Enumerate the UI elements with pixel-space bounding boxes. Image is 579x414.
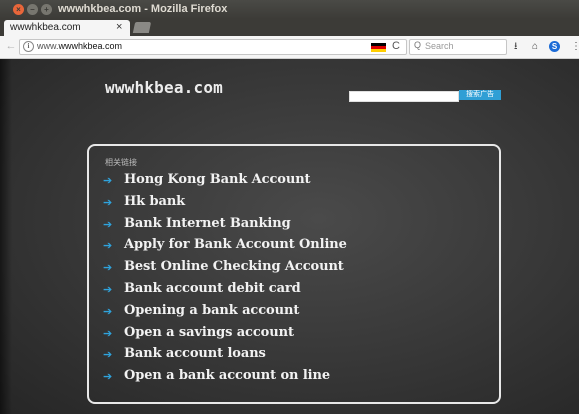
window-title: wwwhkbea.com - Mozilla Firefox: [58, 3, 228, 15]
home-icon[interactable]: ⌂: [532, 40, 538, 54]
page-search-input[interactable]: [349, 91, 459, 102]
related-link-label[interactable]: Best Online Checking Account: [124, 259, 344, 274]
arrow-right-icon: ➔: [103, 175, 113, 187]
new-tab-button[interactable]: [132, 22, 152, 33]
title-bar: × – + wwwhkbea.com - Mozilla Firefox: [0, 0, 579, 19]
minimize-window-button[interactable]: –: [27, 4, 38, 15]
menu-icon[interactable]: ⋮: [571, 40, 579, 54]
arrow-right-icon: ➔: [103, 371, 113, 384]
related-links-heading: 相关链接: [105, 158, 137, 167]
related-link-label[interactable]: Bank account loans: [124, 346, 266, 361]
flag-stripe: [371, 49, 386, 52]
navigation-toolbar: ← i www.wwwhkbea.com C Q Search ⭳ ⌂ S ⋮: [0, 36, 579, 59]
search-bar[interactable]: Q Search: [409, 39, 507, 55]
arrow-right-icon: ➔: [103, 327, 113, 340]
tab-strip: wwwhkbea.com ×: [0, 19, 579, 36]
url-host: wwwhkbea.com: [58, 41, 123, 51]
related-link-label[interactable]: Hk bank: [124, 194, 185, 209]
maximize-window-button[interactable]: +: [41, 4, 52, 15]
arrow-right-icon: ➔: [103, 196, 113, 209]
related-link-label[interactable]: Apply for Bank Account Online: [124, 237, 347, 252]
site-title: wwwhkbea.com: [105, 78, 223, 97]
related-link-label[interactable]: Bank account debit card: [124, 281, 301, 296]
page-search-button[interactable]: 搜索广告: [459, 90, 501, 100]
url-bar[interactable]: i www.wwwhkbea.com C: [19, 39, 407, 55]
site-info-icon[interactable]: i: [23, 41, 34, 52]
reload-icon[interactable]: C: [392, 40, 400, 52]
close-window-button[interactable]: ×: [13, 4, 24, 15]
search-icon: Q: [414, 40, 422, 50]
related-link-label[interactable]: Opening a bank account: [124, 303, 299, 318]
related-links-box: 相关链接 ➔ Hong Kong Bank Account ➔ Hk bank ➔ Ban…: [87, 144, 501, 404]
tab-active[interactable]: wwwhkbea.com ×: [4, 20, 130, 36]
search-bar-placeholder: Search: [425, 41, 454, 51]
arrow-right-icon: ➔: [103, 305, 113, 318]
related-link-label[interactable]: Hong Kong Bank Account: [124, 172, 311, 187]
download-icon[interactable]: ⭳: [514, 40, 518, 54]
arrow-right-icon: ➔: [103, 262, 113, 275]
url-text[interactable]: www.wwwhkbea.com: [37, 41, 122, 51]
tab-title: wwwhkbea.com: [10, 22, 81, 33]
related-link-label[interactable]: Bank Internet Banking: [124, 216, 291, 231]
back-arrow-icon[interactable]: ←: [4, 39, 18, 53]
page-content: wwwhkbea.com 搜索广告 相关链接 ➔ Hong Kong Bank A…: [0, 59, 579, 414]
arrow-right-icon: ➔: [103, 283, 113, 296]
arrow-right-icon: ➔: [103, 240, 113, 253]
page-edge-shadow: [0, 59, 12, 414]
arrow-right-icon: ➔: [103, 349, 113, 362]
extension-icon[interactable]: S: [549, 41, 560, 52]
url-prefix: www.: [37, 41, 59, 51]
tab-close-icon[interactable]: ×: [116, 21, 122, 33]
language-flag-icon[interactable]: [371, 43, 386, 52]
related-link-label[interactable]: Open a bank account on line: [124, 368, 330, 383]
related-link-label[interactable]: Open a savings account: [124, 325, 294, 340]
arrow-right-icon: ➔: [103, 218, 113, 231]
firefox-window: × – + wwwhkbea.com - Mozilla Firefox www…: [0, 0, 579, 414]
